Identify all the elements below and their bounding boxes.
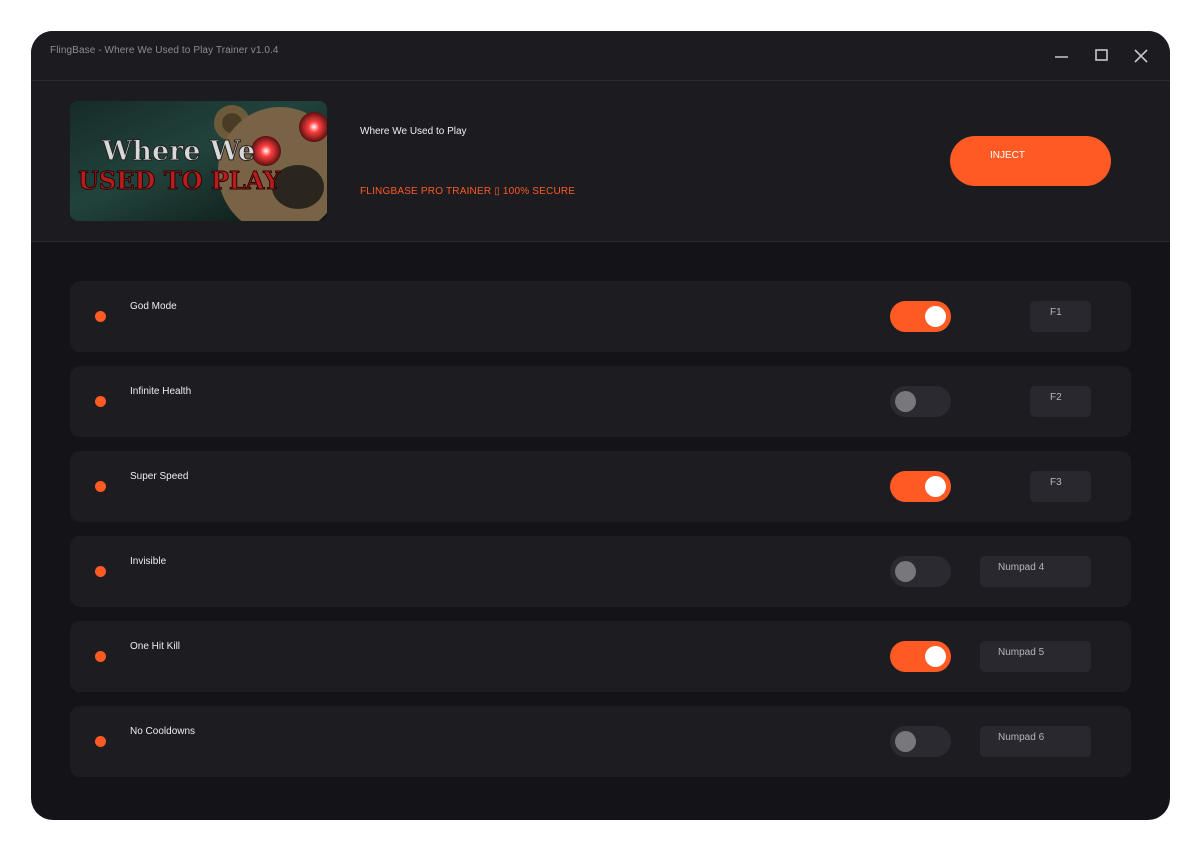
cheat-list: God Mode F1 Infinite Health F2 Super Spe… <box>70 281 1131 791</box>
toggle-knob <box>925 646 946 667</box>
inject-button-label: INJECT <box>990 150 1025 161</box>
toggle-knob <box>895 731 916 752</box>
toggle-switch[interactable] <box>890 726 951 757</box>
maximize-icon <box>1095 49 1108 61</box>
window-title: FlingBase - Where We Used to Play Traine… <box>50 45 279 56</box>
cheat-name: Infinite Health <box>130 386 192 397</box>
cheat-name: No Cooldowns <box>130 726 196 737</box>
hotkey-label: F1 <box>1050 307 1062 318</box>
game-header: Where We USED TO PLAY Where We Used to P… <box>31 81 1170 242</box>
hotkey-button[interactable]: F1 <box>1030 301 1091 332</box>
status-dot <box>95 566 106 577</box>
status-dot <box>95 736 106 747</box>
svg-text:Where We: Where We <box>101 136 255 167</box>
cheat-row-no-cooldowns: No Cooldowns Numpad 6 <box>70 706 1131 777</box>
status-dot <box>95 651 106 662</box>
toggle-knob <box>925 306 946 327</box>
hotkey-button[interactable]: F3 <box>1030 471 1091 502</box>
minimize-icon <box>1055 56 1068 58</box>
toggle-knob <box>895 561 916 582</box>
cheat-name: Invisible <box>130 556 167 567</box>
hotkey-label: Numpad 4 <box>998 562 1045 573</box>
hotkey-label: Numpad 5 <box>998 647 1045 658</box>
minimize-button[interactable] <box>1047 43 1075 69</box>
status-dot <box>95 311 106 322</box>
hotkey-label: F2 <box>1050 392 1062 403</box>
trainer-window: FlingBase - Where We Used to Play Traine… <box>31 31 1170 820</box>
status-dot <box>95 396 106 407</box>
hotkey-label: F3 <box>1050 477 1062 488</box>
toggle-knob <box>895 391 916 412</box>
cheat-row-god-mode: God Mode F1 <box>70 281 1131 352</box>
toggle-switch[interactable] <box>890 386 951 417</box>
maximize-button[interactable] <box>1087 43 1115 69</box>
cheat-name: God Mode <box>130 301 177 312</box>
svg-text:USED TO PLAY: USED TO PLAY <box>78 166 281 195</box>
toggle-knob <box>925 476 946 497</box>
title-bar[interactable]: FlingBase - Where We Used to Play Traine… <box>31 31 1170 81</box>
game-banner-image: Where We USED TO PLAY <box>70 101 327 221</box>
toggle-switch[interactable] <box>890 471 951 502</box>
hotkey-label: Numpad 6 <box>998 732 1045 743</box>
hotkey-button[interactable]: Numpad 5 <box>980 641 1091 672</box>
cheat-row-invisible: Invisible Numpad 4 <box>70 536 1131 607</box>
toggle-switch[interactable] <box>890 556 951 587</box>
cheat-name: One Hit Kill <box>130 641 181 652</box>
hotkey-button[interactable]: F2 <box>1030 386 1091 417</box>
status-dot <box>95 481 106 492</box>
hotkey-button[interactable]: Numpad 6 <box>980 726 1091 757</box>
cheat-row-super-speed: Super Speed F3 <box>70 451 1131 522</box>
game-title: Where We Used to Play <box>360 126 467 137</box>
hotkey-button[interactable]: Numpad 4 <box>980 556 1091 587</box>
close-button[interactable] <box>1127 43 1155 69</box>
cheat-row-infinite-health: Infinite Health F2 <box>70 366 1131 437</box>
toggle-switch[interactable] <box>890 641 951 672</box>
close-icon <box>1134 49 1148 63</box>
inject-button[interactable]: INJECT <box>950 136 1111 186</box>
toggle-switch[interactable] <box>890 301 951 332</box>
trainer-subtitle: FLINGBASE PRO TRAINER ▯ 100% SECURE <box>360 186 576 197</box>
cheat-name: Super Speed <box>130 471 189 482</box>
cheat-row-one-hit-kill: One Hit Kill Numpad 5 <box>70 621 1131 692</box>
